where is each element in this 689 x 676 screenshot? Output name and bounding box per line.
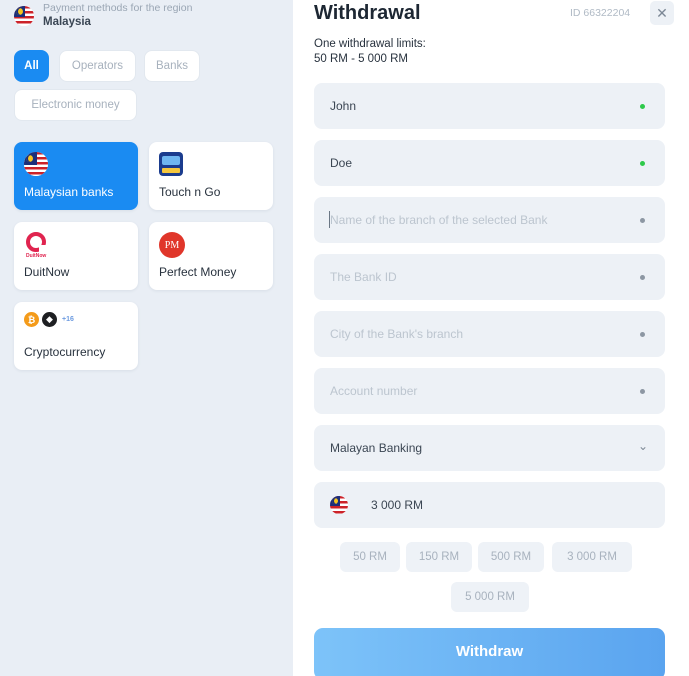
required-indicator: [640, 275, 645, 280]
first-name-value: John: [330, 99, 357, 113]
branch-city-placeholder: City of the Bank's branch: [330, 327, 464, 341]
quick-amount-button[interactable]: 5 000 RM: [451, 582, 529, 612]
required-indicator: [640, 218, 645, 223]
withdraw-button[interactable]: Withdraw: [314, 628, 665, 676]
touch-n-go-icon: [159, 152, 183, 176]
bank-select[interactable]: Malayan Banking ⌄: [314, 425, 665, 471]
quick-amount-button[interactable]: 150 RM: [406, 542, 472, 572]
ethereum-icon: ◆: [42, 312, 57, 327]
required-indicator: [640, 389, 645, 394]
method-label: Perfect Money: [159, 265, 237, 279]
filter-operators[interactable]: Operators: [59, 50, 136, 82]
method-label: Touch n Go: [159, 185, 221, 199]
branch-name-placeholder: Name of the branch of the selected Bank: [330, 213, 548, 227]
method-label: Cryptocurrency: [24, 345, 106, 359]
method-cryptocurrency[interactable]: ₿ ◆ +16 Cryptocurrency: [14, 302, 138, 370]
branch-name-field[interactable]: Name of the branch of the selected Bank: [314, 197, 665, 243]
region-selector[interactable]: Payment methods for the region Malaysia: [14, 2, 192, 29]
filter-electronic-money[interactable]: Electronic money: [14, 89, 137, 121]
branch-city-field[interactable]: City of the Bank's branch: [314, 311, 665, 357]
bank-id-placeholder: The Bank ID: [330, 270, 397, 284]
user-id: ID 66322204: [570, 7, 631, 19]
malaysia-flag-icon: [330, 496, 348, 514]
close-button[interactable]: ✕: [650, 1, 674, 25]
limits-range: 50 RM - 5 000 RM: [314, 53, 408, 65]
quick-amount-button[interactable]: 3 000 RM: [552, 542, 632, 572]
duitnow-icon: DuitNow: [26, 232, 46, 259]
valid-indicator: [640, 104, 645, 109]
page-title: Withdrawal: [314, 2, 421, 24]
amount-value: 3 000 RM: [371, 498, 424, 512]
payment-methods-panel: Payment methods for the region Malaysia …: [0, 0, 293, 676]
crypto-icon: ₿ ◆ +16: [24, 312, 74, 327]
bitcoin-icon: ₿: [24, 312, 39, 327]
filter-all[interactable]: All: [14, 50, 49, 82]
valid-indicator: [640, 161, 645, 166]
malaysia-flag-icon: [24, 152, 48, 176]
method-duitnow[interactable]: DuitNow DuitNow: [14, 222, 138, 290]
account-number-field[interactable]: Account number: [314, 368, 665, 414]
quick-amount-button[interactable]: 50 RM: [340, 542, 400, 572]
region-name: Malaysia: [43, 16, 91, 28]
required-indicator: [640, 332, 645, 337]
filter-banks[interactable]: Banks: [144, 50, 200, 82]
last-name-value: Doe: [330, 156, 353, 170]
account-number-placeholder: Account number: [330, 384, 418, 398]
region-caption: Payment methods for the region: [43, 2, 193, 14]
method-touch-n-go[interactable]: Touch n Go: [149, 142, 273, 210]
method-label: Malaysian banks: [24, 185, 114, 199]
withdrawal-form-panel: Withdrawal ID 66322204 ✕ One withdrawal …: [293, 0, 689, 676]
method-malaysian-banks[interactable]: Malaysian banks: [14, 142, 138, 210]
more-coins-count: +16: [62, 316, 74, 323]
limits-caption: One withdrawal limits:: [314, 38, 426, 50]
first-name-field[interactable]: John: [314, 83, 665, 129]
method-label: DuitNow: [24, 265, 70, 279]
close-icon: ✕: [656, 4, 668, 21]
last-name-field[interactable]: Doe: [314, 140, 665, 186]
withdrawal-limits: One withdrawal limits: 50 RM - 5 000 RM: [314, 37, 426, 67]
bank-select-value: Malayan Banking: [330, 441, 423, 455]
method-perfect-money[interactable]: PM Perfect Money: [149, 222, 273, 290]
bank-id-field[interactable]: The Bank ID: [314, 254, 665, 300]
perfect-money-icon: PM: [159, 232, 185, 258]
malaysia-flag-icon: [14, 5, 34, 26]
amount-field[interactable]: 3 000 RM: [314, 482, 665, 528]
chevron-down-icon: ⌄: [637, 439, 648, 453]
quick-amount-button[interactable]: 500 RM: [478, 542, 544, 572]
